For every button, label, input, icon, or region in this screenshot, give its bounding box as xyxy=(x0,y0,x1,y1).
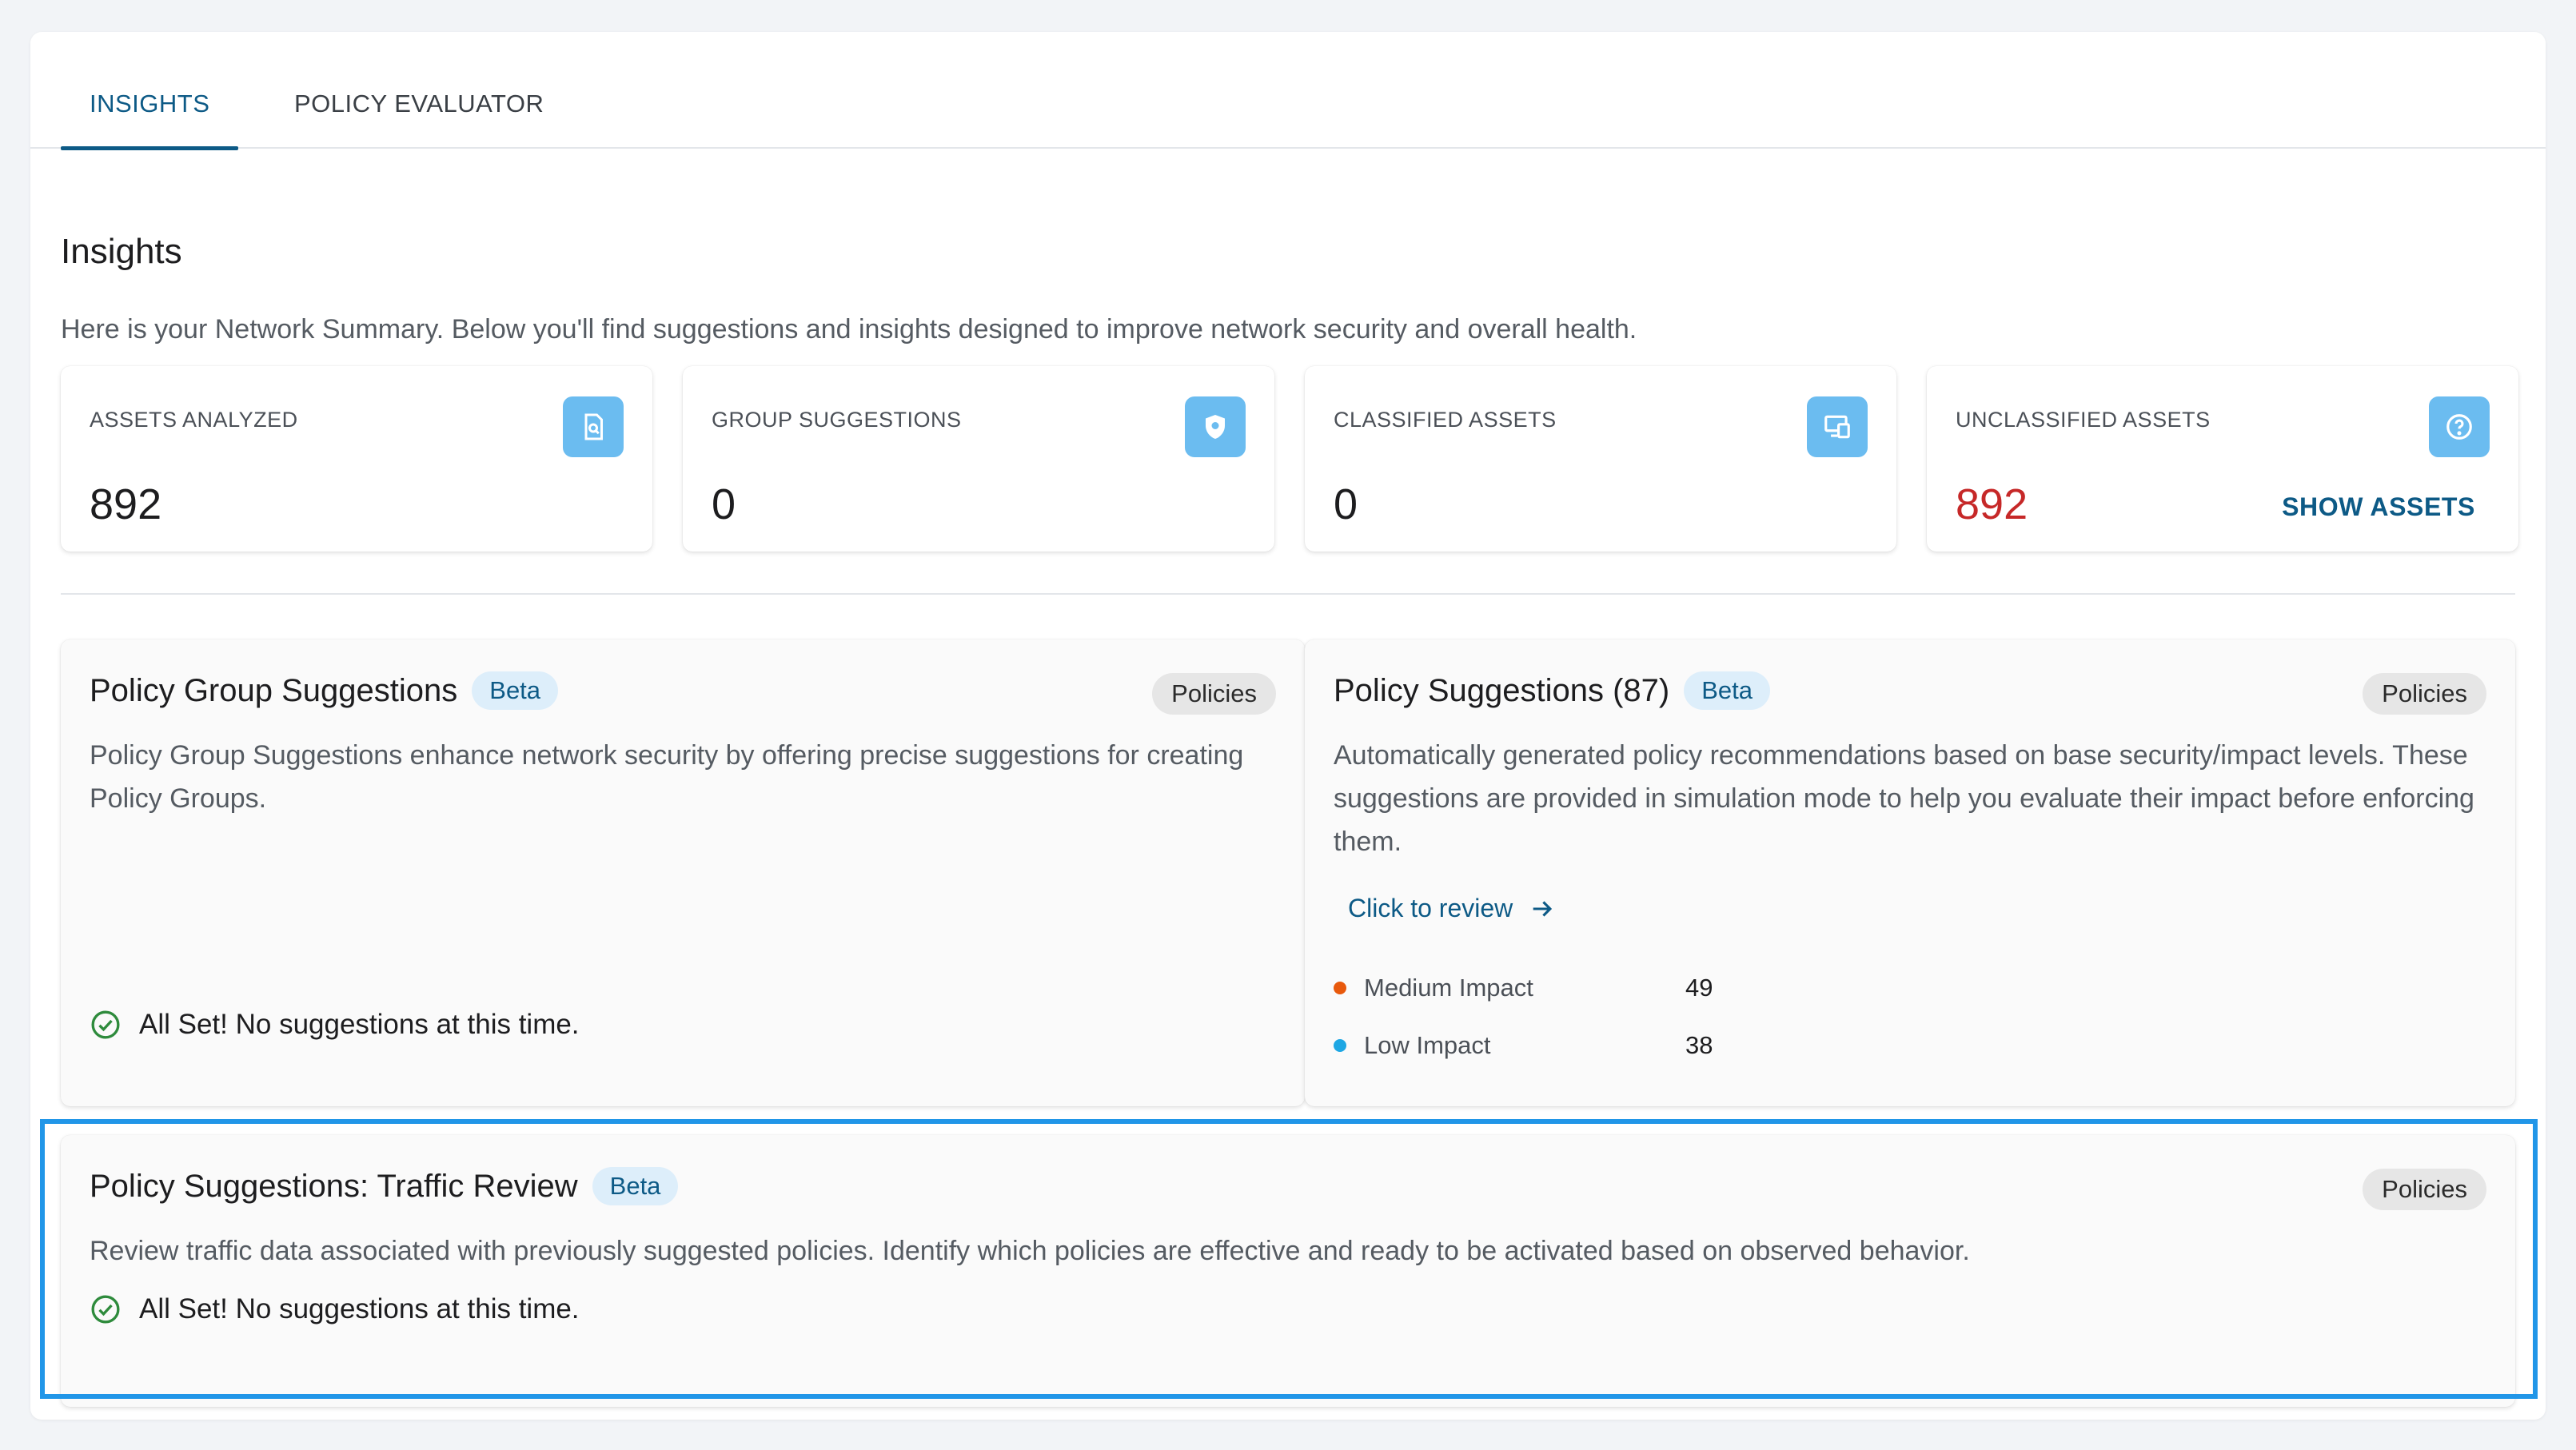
stat-label: GROUP SUGGESTIONS xyxy=(712,408,962,432)
stat-card-group-suggestions: GROUP SUGGESTIONS 0 xyxy=(683,366,1274,552)
beta-badge: Beta xyxy=(592,1167,679,1205)
stat-value: 892 xyxy=(1956,480,2028,528)
stat-card-classified-assets: CLASSIFIED ASSETS 0 xyxy=(1305,366,1896,552)
tab-policy-evaluator[interactable]: POLICY EVALUATOR xyxy=(265,90,544,149)
policy-suggestions-card: Policy Suggestions (87) Beta Policies Au… xyxy=(1305,639,2515,1106)
insights-panel: INSIGHTS POLICY EVALUATOR Insights Here … xyxy=(30,32,2546,1420)
traffic-review-card: Policy Suggestions: Traffic Review Beta … xyxy=(61,1135,2515,1407)
policies-chip: Policies xyxy=(1152,673,1276,715)
check-circle-icon xyxy=(91,1010,120,1039)
document-search-icon xyxy=(563,396,624,457)
stat-value: 892 xyxy=(90,480,162,528)
divider xyxy=(61,593,2515,595)
review-link-text: Click to review xyxy=(1348,894,1513,922)
shield-icon xyxy=(1185,396,1246,457)
status-text: All Set! No suggestions at this time. xyxy=(139,1293,580,1325)
beta-badge: Beta xyxy=(472,671,559,710)
card-title: Policy Suggestions (87) Beta xyxy=(1334,671,1770,710)
tab-insights[interactable]: INSIGHTS xyxy=(61,90,238,150)
policy-group-suggestions-card: Policy Group Suggestions Beta Policies P… xyxy=(61,639,1305,1106)
arrow-right-icon xyxy=(1533,900,1553,917)
card-description: Review traffic data associated with prev… xyxy=(90,1236,1970,1266)
impact-count: 38 xyxy=(1685,1031,1713,1059)
show-assets-link[interactable]: SHOW ASSETS xyxy=(2282,492,2475,522)
impact-row-medium: Medium Impact 49 xyxy=(1334,974,1973,1002)
card-title: Policy Group Suggestions Beta xyxy=(90,671,559,710)
tab-bar: INSIGHTS POLICY EVALUATOR xyxy=(30,32,2546,150)
status-message: All Set! No suggestions at this time. xyxy=(90,1009,580,1041)
impact-label: Low Impact xyxy=(1364,1031,1491,1059)
status-message: All Set! No suggestions at this time. xyxy=(90,1293,580,1325)
card-title-text: Policy Group Suggestions xyxy=(90,672,458,708)
question-circle-icon xyxy=(2429,396,2490,457)
card-title: Policy Suggestions: Traffic Review Beta xyxy=(90,1167,679,1205)
card-title-text: Policy Suggestions: Traffic Review xyxy=(90,1168,578,1204)
check-circle-icon xyxy=(91,1295,120,1324)
policies-chip: Policies xyxy=(2363,1169,2486,1210)
page-description: Here is your Network Summary. Below you'… xyxy=(61,314,1637,345)
stat-value: 0 xyxy=(712,480,736,528)
policies-chip: Policies xyxy=(2363,673,2486,715)
click-to-review-link[interactable]: Click to review xyxy=(1348,894,1556,923)
page-title: Insights xyxy=(61,232,182,271)
status-text: All Set! No suggestions at this time. xyxy=(139,1009,580,1040)
card-description: Policy Group Suggestions enhance network… xyxy=(90,740,1244,814)
stat-value: 0 xyxy=(1334,480,1358,528)
stat-label: ASSETS ANALYZED xyxy=(90,408,298,432)
stat-label: UNCLASSIFIED ASSETS xyxy=(1956,408,2211,432)
card-description: Automatically generated policy recommend… xyxy=(1334,740,2474,857)
stat-card-assets-analyzed: ASSETS ANALYZED 892 xyxy=(61,366,652,552)
low-impact-dot xyxy=(1334,1039,1346,1052)
impact-label: Medium Impact xyxy=(1364,974,1533,1002)
stat-label: CLASSIFIED ASSETS xyxy=(1334,408,1557,432)
beta-badge: Beta xyxy=(1684,671,1770,710)
impact-row-low: Low Impact 38 xyxy=(1334,1031,1973,1060)
medium-impact-dot xyxy=(1334,982,1346,994)
devices-icon xyxy=(1807,396,1868,457)
impact-count: 49 xyxy=(1685,974,1713,1002)
card-title-text: Policy Suggestions (87) xyxy=(1334,672,1670,708)
stat-card-unclassified-assets: UNCLASSIFIED ASSETS 892 SHOW ASSETS xyxy=(1927,366,2518,552)
